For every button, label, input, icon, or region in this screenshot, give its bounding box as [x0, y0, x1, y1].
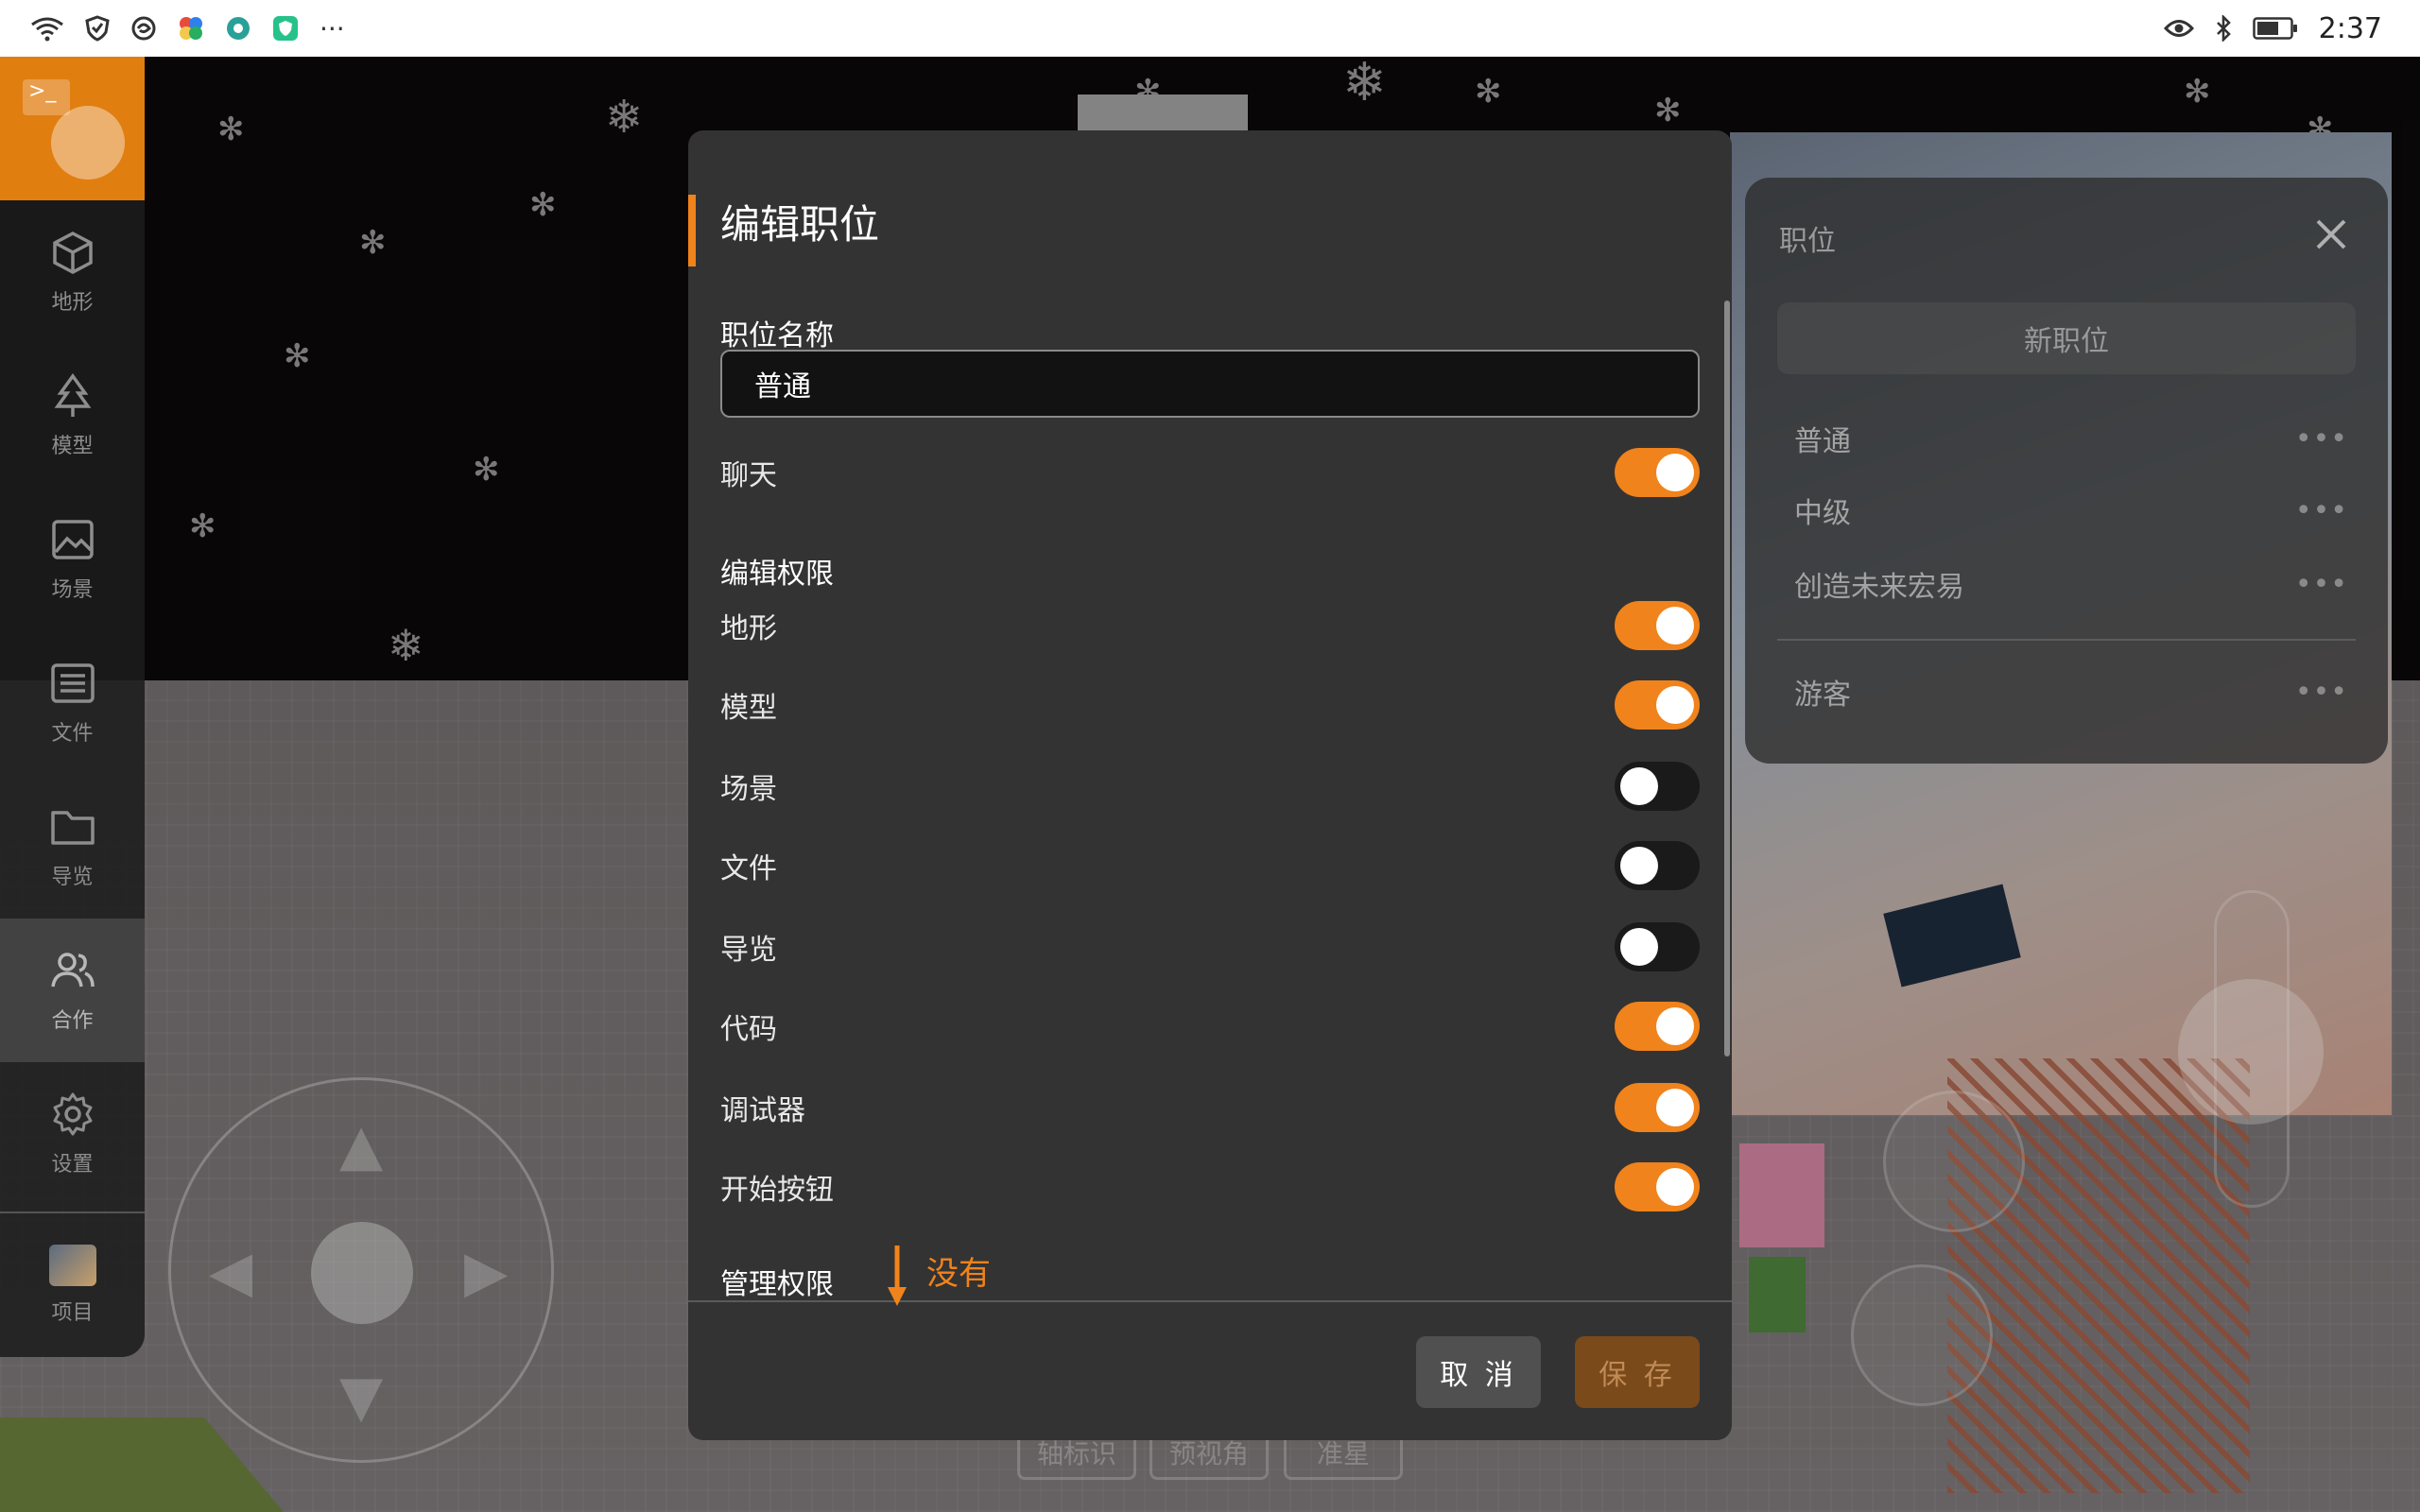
sidebar-item-label: 设置 [51, 1153, 94, 1177]
users-icon [50, 953, 95, 988]
terrain-toggle[interactable] [1615, 601, 1700, 650]
role-item[interactable]: 中级 ••• [1794, 482, 2348, 539]
image-icon [51, 520, 94, 559]
sidebar-item-collaborate[interactable]: 合作 [0, 919, 145, 1062]
close-icon[interactable] [2312, 215, 2350, 253]
sidebar-item-files[interactable]: 文件 [0, 631, 145, 775]
terminal-icon[interactable]: >_ [23, 79, 70, 115]
project-thumbnail [48, 1245, 96, 1286]
permission-label: 代码 [720, 1013, 777, 1046]
globe-app-icon [225, 15, 251, 42]
cancel-button[interactable]: 取 消 [1416, 1336, 1541, 1408]
role-name: 创造未来宏易 [1794, 571, 1964, 604]
more-options-icon[interactable]: ••• [2295, 676, 2348, 709]
files-toggle[interactable] [1615, 841, 1700, 890]
swirl-app-icon [130, 15, 157, 42]
code-toggle[interactable] [1615, 1002, 1700, 1051]
folder-icon [50, 811, 95, 845]
sidebar-item-label: 合作 [51, 1009, 94, 1033]
role-item[interactable]: 创造未来宏易 ••• [1794, 556, 2348, 612]
edit-role-dialog: 编辑职位 职位名称 聊天 编辑权限 地形 模型 场景 文件 导览 代码 调试器 … [688, 130, 1732, 1440]
role-name-input[interactable] [720, 350, 1700, 418]
roles-divider [1777, 639, 2356, 641]
permission-row-start-button: 开始按钮 [720, 1160, 1700, 1213]
more-options-icon[interactable]: ••• [2295, 494, 2348, 527]
dialog-title: 编辑职位 [720, 201, 880, 248]
permission-label: 调试器 [720, 1094, 805, 1127]
tree-icon [54, 373, 91, 417]
permission-row-debugger: 调试器 [720, 1081, 1700, 1134]
debugger-toggle[interactable] [1615, 1083, 1700, 1132]
edit-permissions-heading: 编辑权限 [720, 558, 834, 591]
permission-label: 开始按钮 [720, 1174, 834, 1207]
sidebar-item-label: 场景 [51, 578, 94, 602]
cube-icon [52, 232, 93, 274]
scene-toggle[interactable] [1615, 762, 1700, 811]
sidebar-item-project[interactable]: 项目 [0, 1213, 145, 1357]
sidebar-item-label: 项目 [51, 1301, 94, 1325]
sidebar-item-label: 地形 [51, 291, 94, 315]
chat-toggle[interactable] [1615, 448, 1700, 497]
permission-row-files: 文件 [720, 839, 1700, 892]
gear-icon [53, 1092, 92, 1136]
wifi-signal-icon [30, 15, 64, 42]
role-name: 游客 [1794, 679, 1851, 712]
status-bar: ··· 2:37 [0, 0, 2420, 57]
permission-label: 地形 [720, 612, 777, 645]
more-notifications-icon: ··· [320, 12, 345, 44]
green-shield-app-icon [272, 15, 299, 42]
chat-permission-row: 聊天 [720, 446, 1700, 499]
sidebar-item-settings[interactable]: 设置 [0, 1062, 145, 1206]
permission-row-scene: 场景 [720, 760, 1700, 813]
eye-icon [2163, 18, 2194, 39]
annotation-arrow-icon [888, 1246, 907, 1306]
permission-row-code: 代码 [720, 1000, 1700, 1053]
sidebar-item-models[interactable]: 模型 [0, 344, 145, 488]
sidebar-item-label: 导览 [51, 866, 94, 889]
permission-row-terrain: 地形 [720, 599, 1700, 652]
more-options-icon[interactable]: ••• [2295, 422, 2348, 455]
clock: 2:37 [2318, 11, 2382, 45]
permission-label: 文件 [720, 852, 777, 885]
sidebar-item-terrain[interactable]: 地形 [0, 200, 145, 344]
role-name: 普通 [1794, 425, 1851, 458]
sidebar-item-label: 文件 [51, 722, 94, 746]
start-button-toggle[interactable] [1615, 1162, 1700, 1211]
footer-divider [688, 1300, 1732, 1302]
sidebar-item-label: 模型 [51, 435, 94, 458]
admin-permissions-heading: 管理权限 [720, 1268, 834, 1301]
tour-toggle[interactable] [1615, 922, 1700, 971]
sidebar-item-tour[interactable]: 导览 [0, 775, 145, 919]
chat-label: 聊天 [720, 459, 777, 492]
role-item[interactable]: 游客 ••• [1794, 663, 2348, 720]
permission-row-models: 模型 [720, 679, 1700, 731]
battery-icon [2252, 17, 2298, 40]
permission-label: 模型 [720, 692, 777, 725]
sidebar-item-scene[interactable]: 场景 [0, 488, 145, 631]
more-options-icon[interactable]: ••• [2295, 568, 2348, 601]
role-item[interactable]: 普通 ••• [1794, 410, 2348, 467]
new-role-button[interactable]: 新职位 [1777, 302, 2356, 374]
roles-panel: 职位 新职位 普通 ••• 中级 ••• 创造未来宏易 ••• 游客 ••• [1745, 178, 2388, 764]
annotation-text: 没有 [926, 1255, 991, 1293]
bluetooth-icon [2215, 15, 2232, 42]
permission-label: 场景 [720, 773, 777, 806]
colorful-app-icon [178, 15, 204, 42]
list-icon [50, 663, 95, 703]
permission-label: 导览 [720, 934, 777, 967]
title-accent-bar [688, 195, 696, 266]
roles-panel-title: 职位 [1779, 225, 1836, 258]
save-button[interactable]: 保 存 [1575, 1336, 1700, 1408]
app-logo[interactable]: >_ [0, 57, 145, 200]
role-name: 中级 [1794, 497, 1851, 530]
role-name-label: 职位名称 [720, 319, 834, 352]
tool-sidebar: >_ 地形 模型 场景 文件 导览 合作 设置 项目 [0, 57, 145, 1357]
brain-logo-icon [51, 106, 125, 180]
shield-icon [85, 15, 110, 42]
permission-row-tour: 导览 [720, 920, 1700, 973]
scrollbar[interactable] [1724, 301, 1730, 1057]
models-toggle[interactable] [1615, 680, 1700, 730]
